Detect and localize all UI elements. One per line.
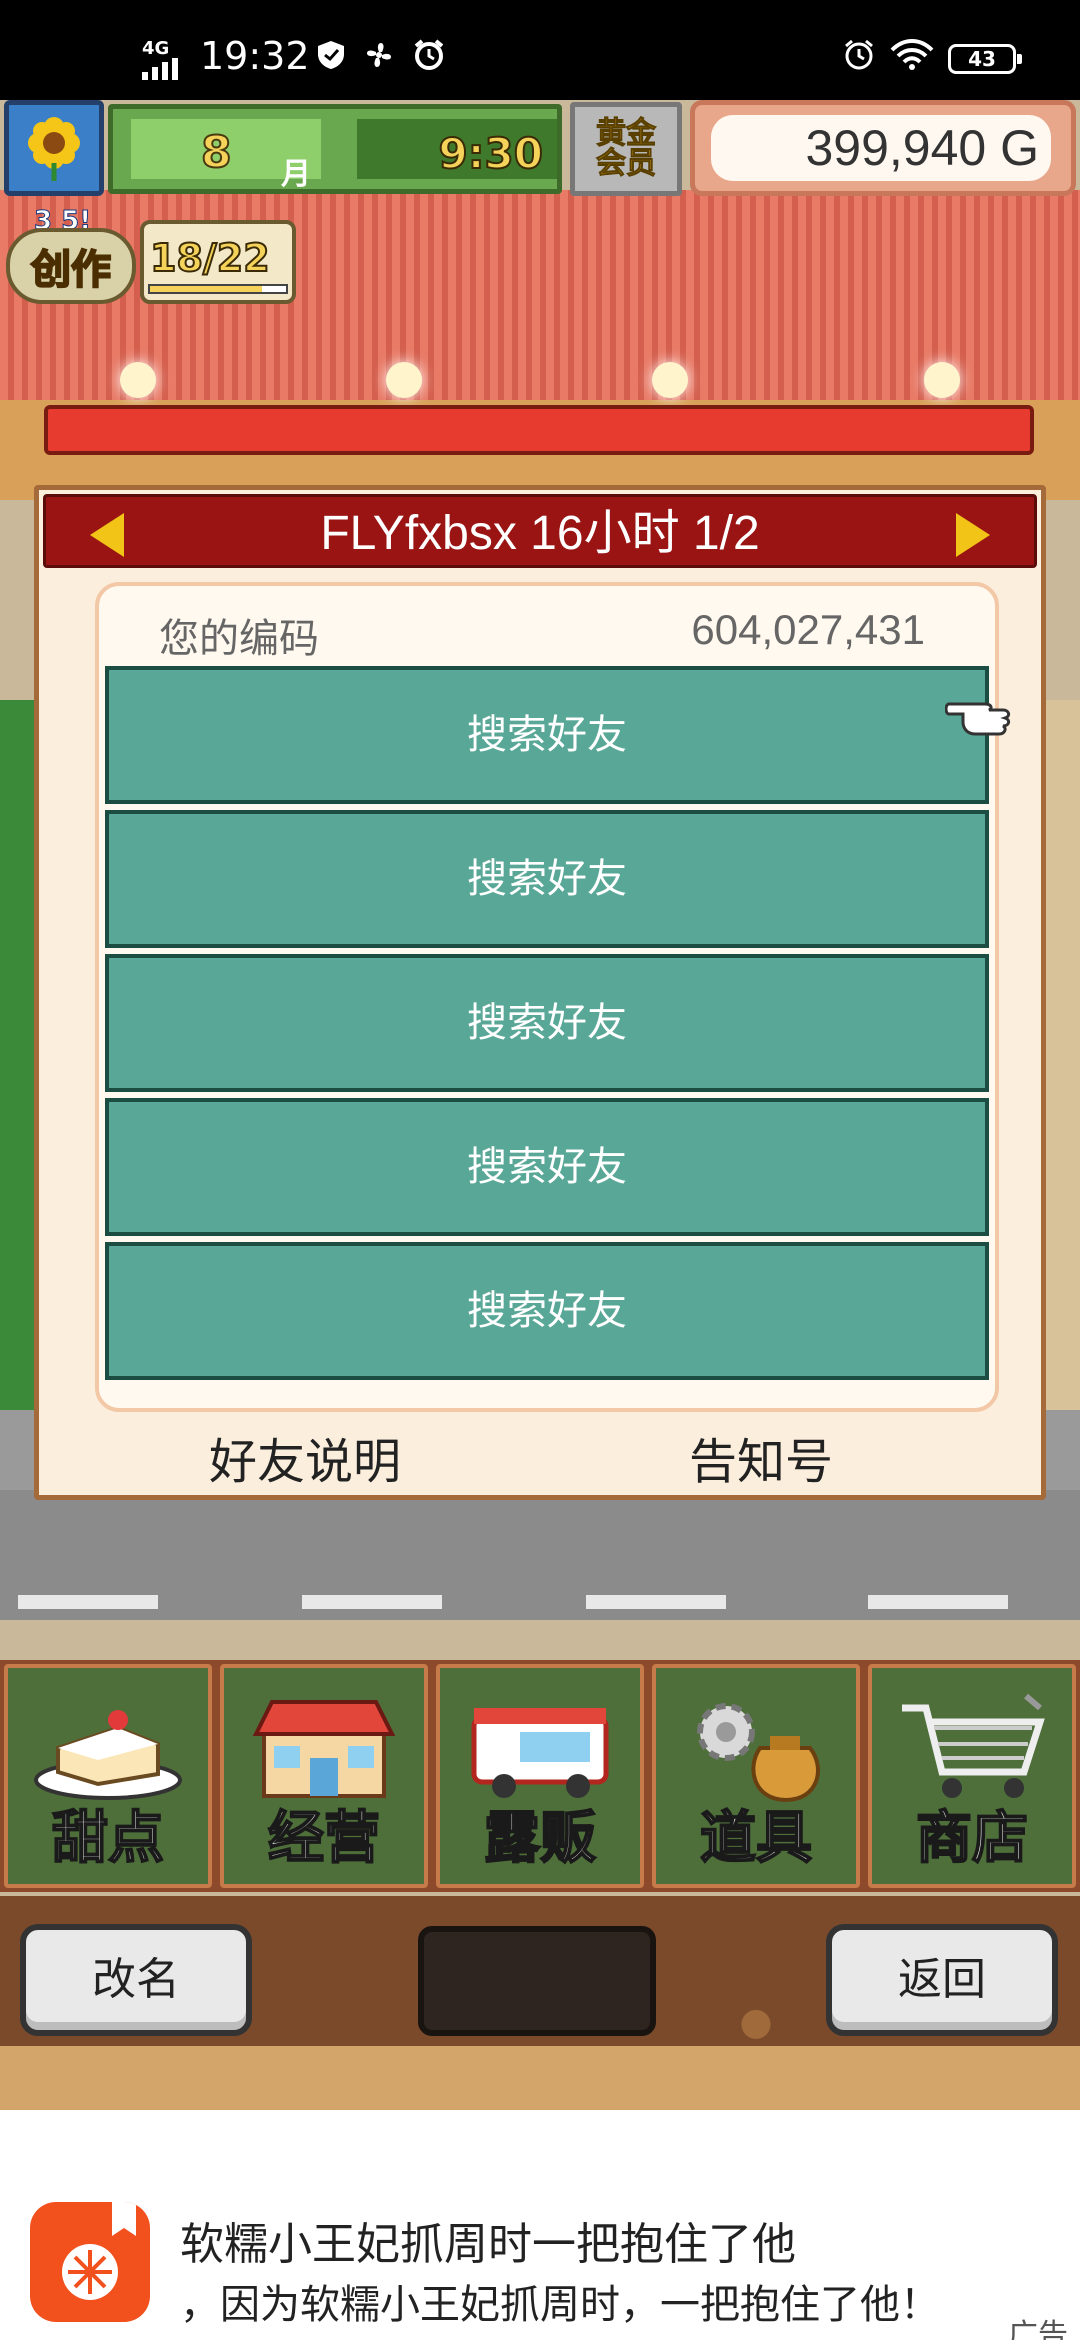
pointer-hand-icon	[945, 702, 1011, 736]
month-label: 月	[281, 157, 311, 192]
menu-store-button[interactable]: 商店	[868, 1664, 1076, 1888]
friend-slot-list: 搜索好友 搜索好友 搜索好友 搜索好友 搜索好友	[105, 666, 989, 1386]
create-badge: 创作	[6, 228, 136, 304]
menu-stall-button[interactable]: 露贩	[436, 1664, 644, 1888]
app-logo-icon[interactable]	[30, 2202, 150, 2322]
battery-indicator: 43	[948, 44, 1022, 74]
create-count: 18/22	[149, 235, 271, 281]
lamp-icon	[924, 362, 960, 398]
your-code-label: 您的编码	[159, 616, 319, 662]
create-progress-bar	[148, 284, 288, 294]
prev-page-arrow-icon[interactable]	[90, 513, 124, 557]
status-bar: 4G 19:32 43	[0, 0, 1080, 100]
road-marking	[302, 1595, 442, 1609]
building-scenery	[1040, 700, 1080, 1520]
search-friend-button[interactable]: 搜索好友	[105, 666, 989, 804]
friends-panel: 您的编码 604,027,431 搜索好友 搜索好友 搜索好友 搜索好友 搜索好…	[95, 582, 999, 1412]
ad-label: 广告	[1008, 2318, 1068, 2340]
empty-slot	[418, 1926, 656, 2036]
search-friend-button[interactable]: 搜索好友	[105, 954, 989, 1092]
road-marking	[18, 1595, 158, 1609]
date-display: 8 月 9:30	[108, 104, 562, 194]
network-type: 4G	[142, 38, 170, 59]
food-truck-icon	[471, 1708, 609, 1798]
create-counter[interactable]: 3 5! 创作 18/22	[6, 206, 296, 306]
lamp-icon	[120, 362, 156, 398]
notice-number-link[interactable]: 告知号	[689, 1422, 833, 1492]
rename-button[interactable]: 改名	[20, 1924, 252, 2036]
friend-help-link[interactable]: 好友说明	[209, 1422, 401, 1492]
menu-manage-button[interactable]: 经营	[220, 1664, 428, 1888]
month-value: 8	[200, 126, 233, 179]
shop-sign-bar	[44, 405, 1034, 455]
menu-items-button[interactable]: 道具	[652, 1664, 860, 1888]
bottom-menu: 甜点 经营 露贩 道具 商店	[0, 1660, 1080, 1892]
gold-display: 399,940 G	[690, 100, 1076, 196]
screen: 4G 19:32 43 8 月 9:30 黄金会员 399,940 G 3 5!…	[0, 0, 1080, 2340]
search-friend-button[interactable]: 搜索好友	[105, 1098, 989, 1236]
cart-icon	[902, 1693, 1045, 1798]
game-clock: 9:30	[438, 128, 544, 179]
fan-icon	[367, 43, 391, 67]
cake-icon	[34, 1710, 182, 1800]
ad-title: 软糯小王妃抓周时一把抱住了他	[180, 2219, 796, 2270]
shop-icon	[252, 1700, 396, 1798]
gold-amount: 399,940 G	[711, 115, 1051, 181]
dialog-header: FLYfxbsx 16小时 1/2	[43, 494, 1037, 568]
your-code-value: 604,027,431	[691, 606, 925, 653]
search-friend-button[interactable]: 搜索好友	[105, 810, 989, 948]
status-time: 19:32	[200, 34, 310, 78]
wifi-icon	[890, 39, 934, 70]
signal-icon	[142, 58, 178, 80]
road-marking	[868, 1595, 1008, 1609]
shield-icon	[318, 41, 344, 69]
menu-dessert-button[interactable]: 甜点	[4, 1664, 212, 1888]
alarm-clock-icon	[845, 39, 873, 70]
action-bar: 改名 返回	[0, 1896, 1080, 2110]
lamp-icon	[386, 362, 422, 398]
sunflower-icon[interactable]	[4, 100, 104, 196]
dialog-title: FLYfxbsx 16小时 1/2	[320, 507, 760, 560]
next-page-arrow-icon[interactable]	[956, 513, 990, 557]
lamp-icon	[652, 362, 688, 398]
search-friend-button[interactable]: 搜索好友	[105, 1242, 989, 1380]
friends-dialog: FLYfxbsx 16小时 1/2 您的编码 604,027,431 搜索好友 …	[34, 485, 1046, 1500]
ad-banner[interactable]: 软糯小王妃抓周时一把抱住了他 ，因为软糯小王妃抓周时，一把抱住了他！ 广告	[0, 2110, 1080, 2340]
gold-member-badge[interactable]: 黄金会员	[570, 102, 682, 196]
back-button[interactable]: 返回	[826, 1924, 1058, 2036]
gear-bag-icon	[697, 1703, 820, 1803]
alarm-icon	[414, 39, 444, 70]
ad-subtitle: ，因为软糯小王妃抓周时，一把抱住了他！	[180, 2282, 940, 2328]
road-marking	[586, 1595, 726, 1609]
